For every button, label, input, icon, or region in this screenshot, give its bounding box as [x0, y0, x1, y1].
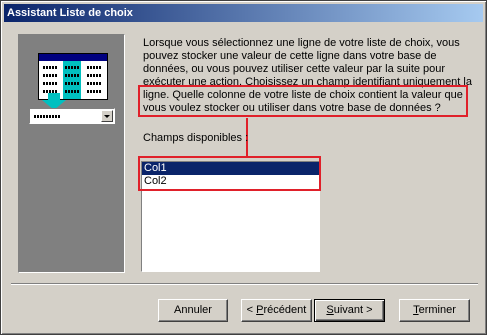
next-button[interactable]: Suivant > [314, 299, 385, 322]
wizard-dialog: Assistant Liste de choix Lorsque vous sé [0, 0, 487, 335]
finish-button[interactable]: Terminer [399, 299, 470, 322]
combo-box-icon [29, 108, 115, 124]
cancel-button[interactable]: Annuler [158, 299, 228, 322]
wizard-illustration [18, 34, 125, 273]
back-button[interactable]: < Précédent [241, 299, 312, 322]
available-fields-label: Champs disponibles : [143, 132, 249, 144]
fields-highlight [138, 156, 321, 191]
title-bar: Assistant Liste de choix [4, 4, 483, 22]
question-highlight [138, 85, 468, 117]
dialog-title: Assistant Liste de choix [7, 7, 133, 19]
separator [11, 283, 478, 285]
